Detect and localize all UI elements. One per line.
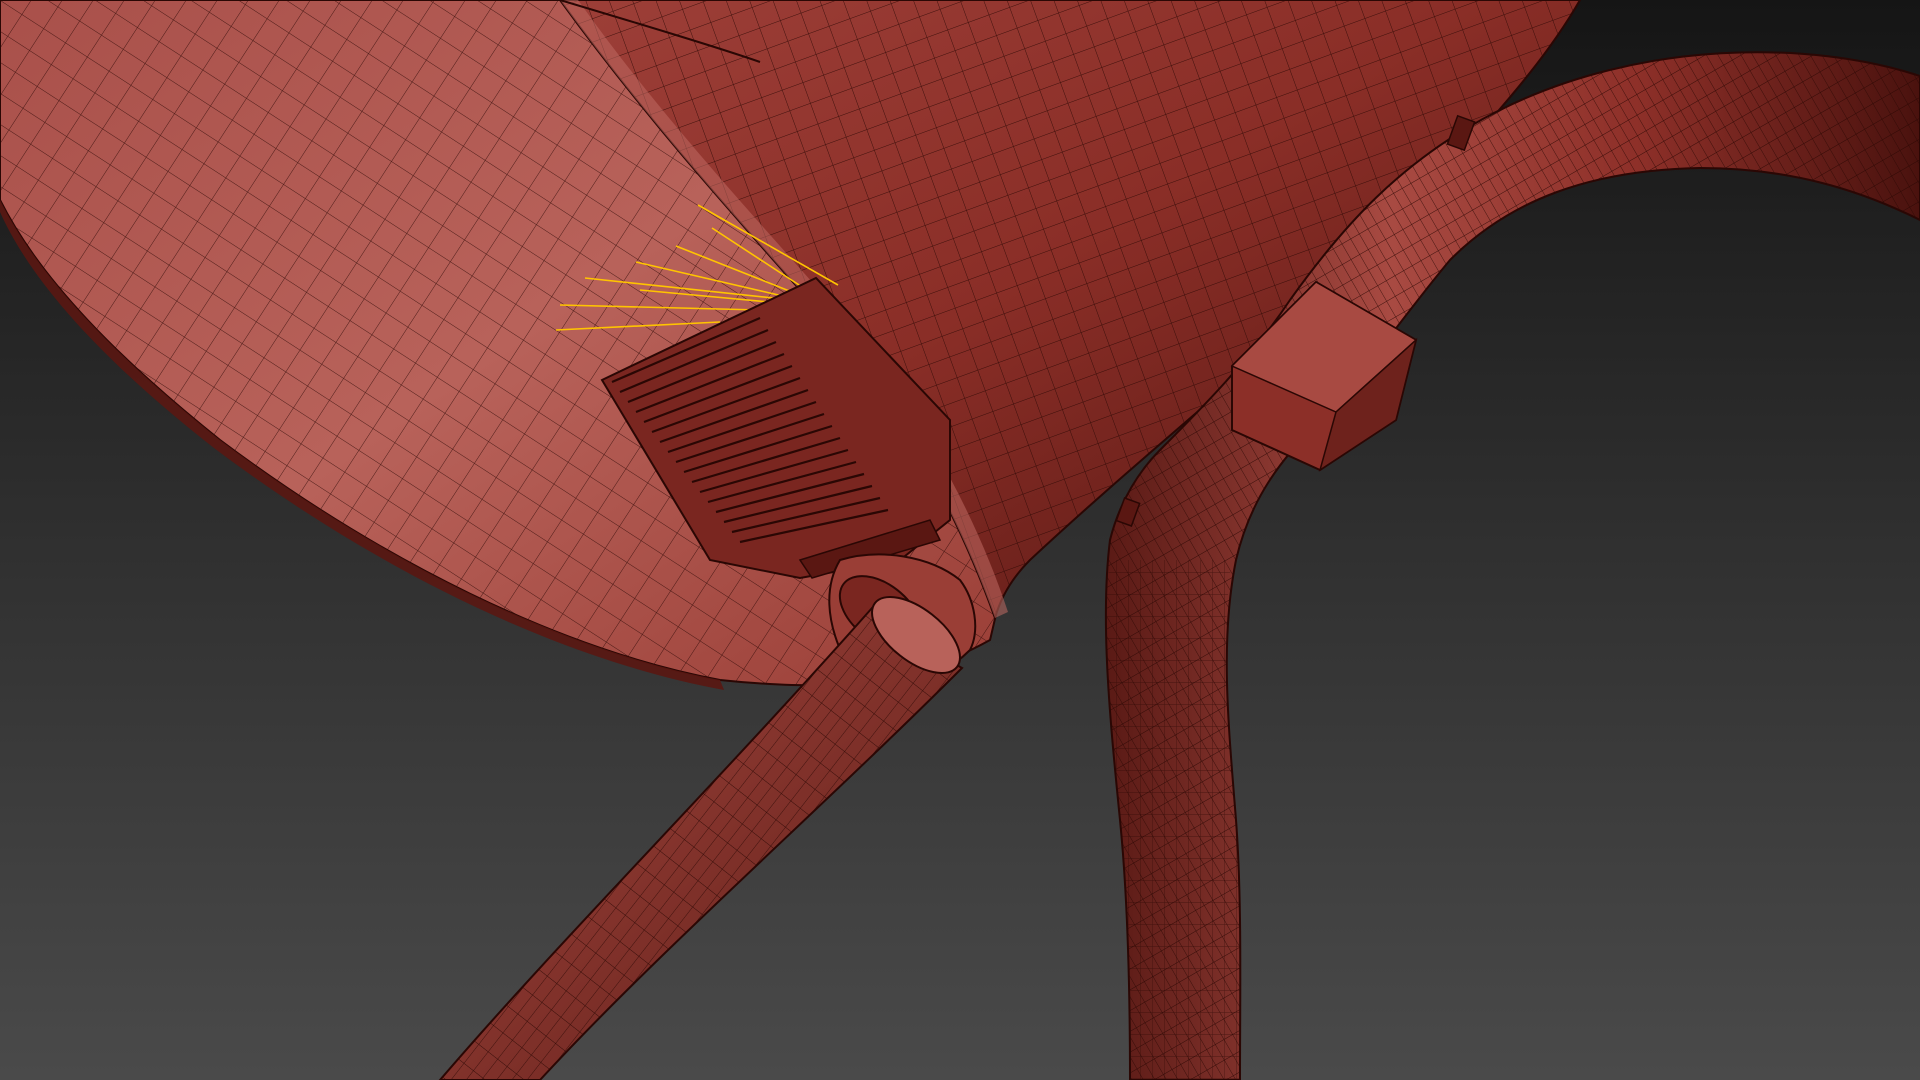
scene-render: [0, 0, 1920, 1080]
3d-viewport[interactable]: [0, 0, 1920, 1080]
